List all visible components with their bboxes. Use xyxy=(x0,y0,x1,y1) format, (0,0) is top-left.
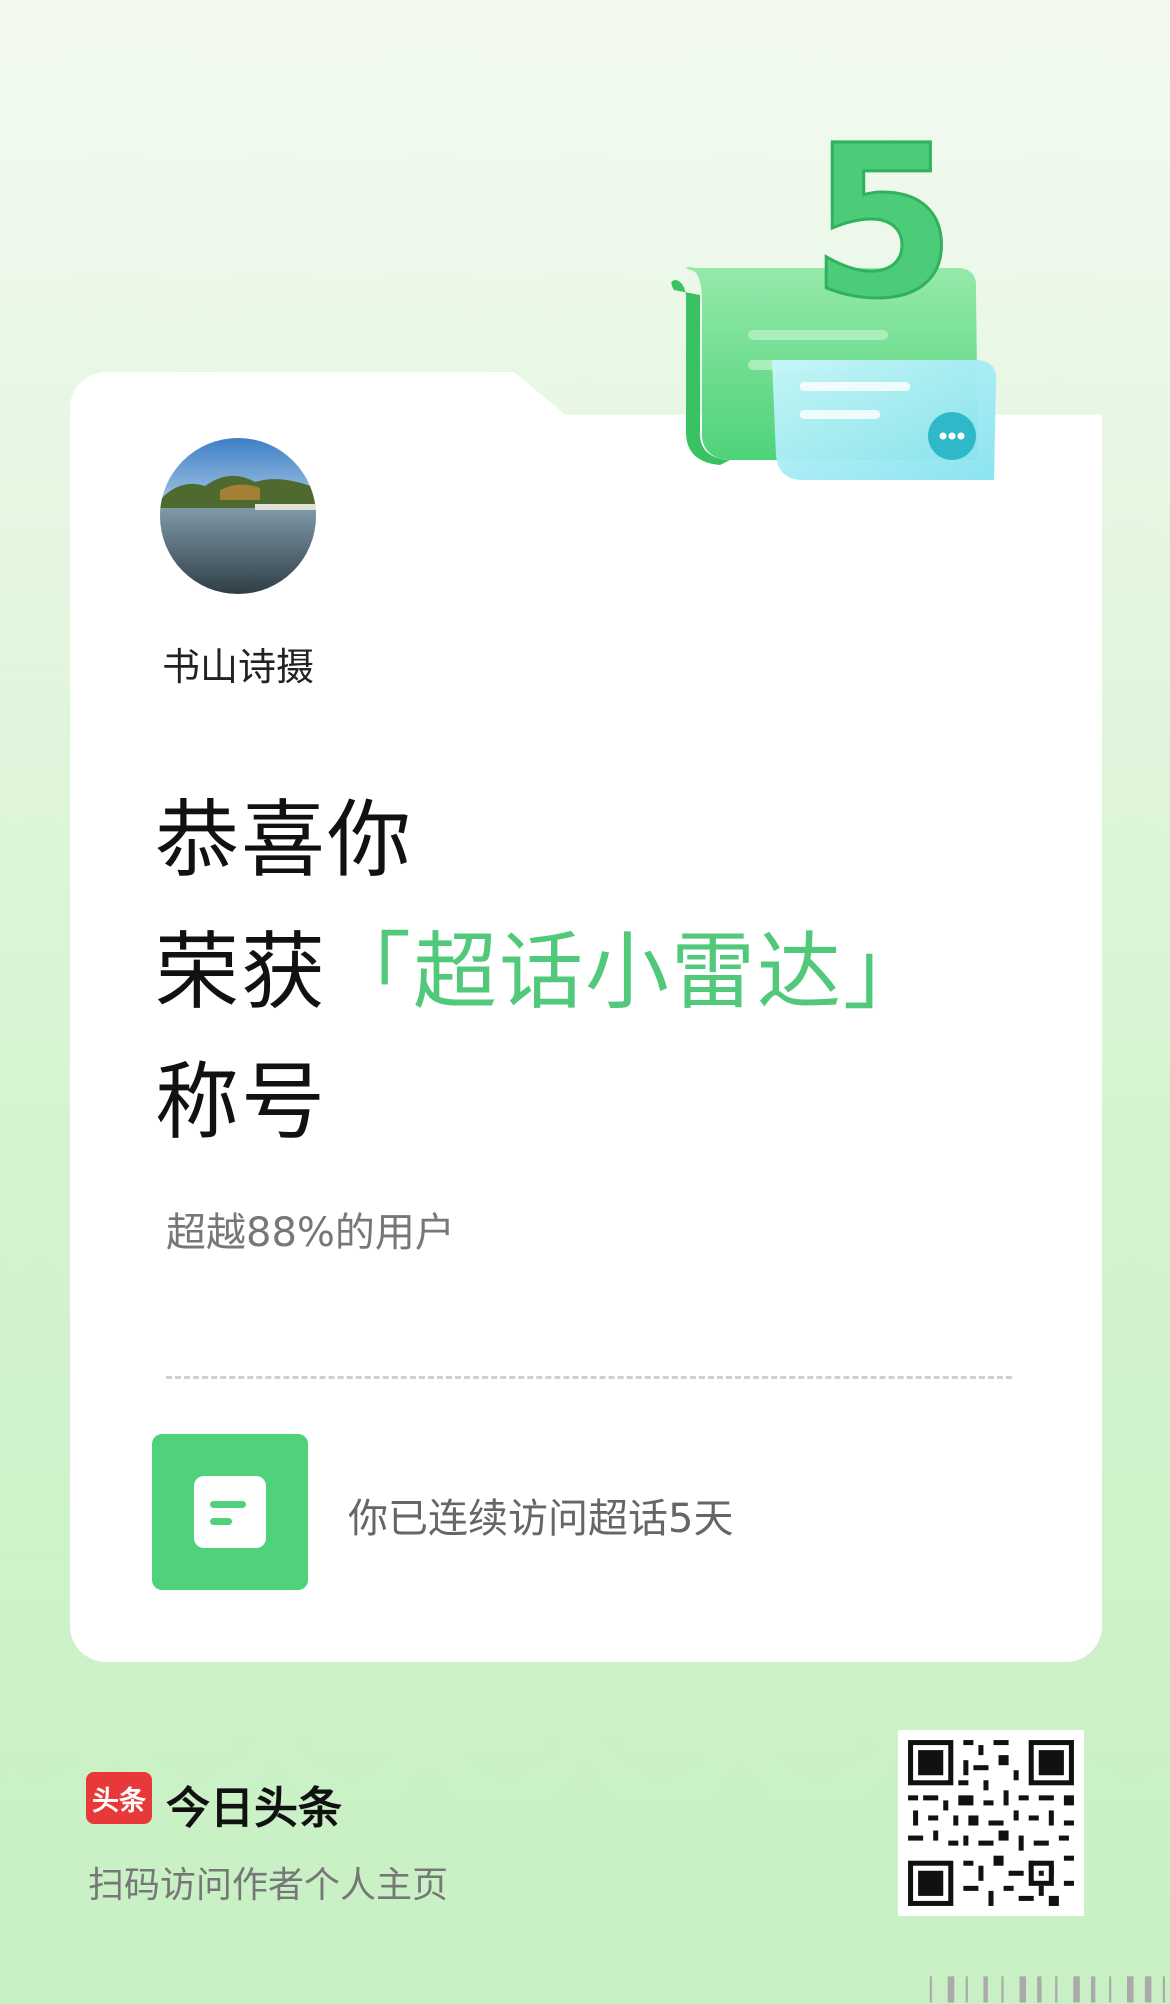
watermark-bars: ▏▍▏▎▏▍▎▏▍▎▏▍▍▏ xyxy=(930,1978,1170,2003)
streak-text: 你已连续访问超话5天 xyxy=(348,1496,734,1542)
headline-award-prefix: 荣获 xyxy=(155,923,328,1021)
percentile-text: 超越88%的用户 xyxy=(166,1210,455,1256)
badge-number: 5 xyxy=(810,120,956,345)
headline-title-suffix: 称号 xyxy=(155,1053,328,1151)
headline-award: 荣获「超话小雷达」 xyxy=(155,930,929,1014)
note-icon xyxy=(152,1434,308,1590)
scan-hint: 扫码访问作者个人主页 xyxy=(88,1865,449,1906)
headline-congrats: 恭喜你 xyxy=(155,791,414,889)
dashed-divider xyxy=(166,1376,1012,1379)
avatar-landscape-image xyxy=(160,438,316,594)
username: 书山诗摄 xyxy=(162,645,315,689)
avatar[interactable] xyxy=(160,438,316,594)
scroll-badge-illustration: 5 xyxy=(671,120,997,480)
award-title: 「超话小雷达」 xyxy=(327,923,930,1021)
brand-name: 今日头条 xyxy=(166,1783,342,1834)
toutiao-logo-icon: 头条 xyxy=(86,1772,152,1824)
qr-code[interactable] xyxy=(898,1730,1084,1916)
